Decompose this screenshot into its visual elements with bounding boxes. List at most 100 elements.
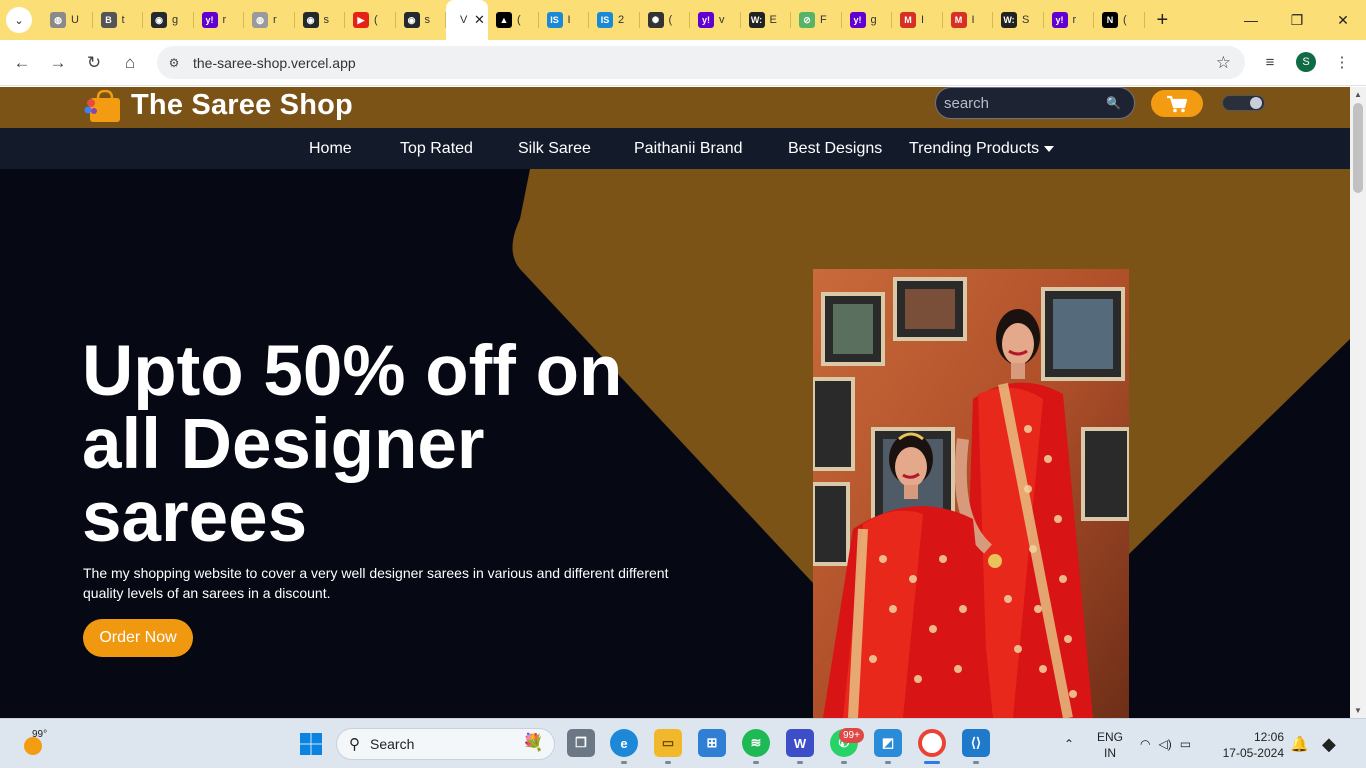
browser-tab[interactable]: y! v <box>690 0 741 40</box>
file-explorer-icon[interactable]: ▭ <box>654 729 682 757</box>
yahoo-icon: y! <box>1051 12 1068 28</box>
tab-title: g <box>172 14 179 26</box>
tab-title: r <box>222 14 227 26</box>
browser-menu-icon[interactable]: ⋮ <box>1328 46 1356 78</box>
taskbar-search[interactable]: ⚲ Search 💐 <box>336 728 555 760</box>
tab-title: g <box>870 14 877 26</box>
browser-tab[interactable]: y! r <box>1044 0 1095 40</box>
search-icon[interactable]: 🔍 <box>1106 96 1121 110</box>
vscode-icon[interactable]: ⟨⟩ <box>962 729 990 757</box>
url-text[interactable]: the-saree-shop.vercel.app <box>193 55 356 71</box>
tab-title: ( <box>668 14 673 26</box>
volume-icon[interactable]: ◁) <box>1158 737 1171 751</box>
tray-overflow-icon[interactable]: ⌃ <box>1064 719 1074 769</box>
address-bar[interactable]: ⚙ the-saree-shop.vercel.app ☆ <box>157 46 1245 79</box>
hero-saree-image <box>813 269 1129 718</box>
task-view-icon[interactable]: ❐ <box>567 729 595 757</box>
browser-tab[interactable]: MI <box>943 0 994 40</box>
browser-tab[interactable]: ⊘ F <box>791 0 842 40</box>
yahoo-icon: y! <box>698 12 714 28</box>
browser-tab[interactable]: y! g <box>842 0 893 40</box>
browser-tab[interactable]: ▲( <box>488 0 539 40</box>
browser-tab[interactable]: ◉ s <box>396 0 447 40</box>
nav-trending-products[interactable]: Trending Products <box>909 128 1055 169</box>
tab-title: s <box>424 14 431 26</box>
store-icon[interactable]: ⊞ <box>698 729 726 757</box>
browser-tab[interactable]: V ✕ <box>446 0 488 40</box>
home-icon[interactable]: ⌂ <box>112 45 148 81</box>
site-search[interactable]: 🔍 <box>935 87 1135 119</box>
search-input[interactable] <box>944 94 1104 112</box>
nav-top-rated[interactable]: Top Rated <box>400 128 473 169</box>
tab-title: v <box>719 14 725 26</box>
hero-description: The my shopping website to cover a very … <box>83 565 669 601</box>
next-icon: N <box>1102 12 1118 28</box>
nav-silk-saree[interactable]: Silk Saree <box>518 128 591 169</box>
nav-paithanii-brand[interactable]: Paithanii Brand <box>634 128 743 169</box>
minimize-icon[interactable]: — <box>1228 0 1274 40</box>
browser-tab[interactable]: ▶( <box>345 0 396 40</box>
browser-tab[interactable]: MI <box>892 0 943 40</box>
browser-tab[interactable]: ◍ r <box>244 0 295 40</box>
browser-tab[interactable]: ✺( <box>640 0 691 40</box>
bookmark-star-icon[interactable]: ☆ <box>1216 53 1231 73</box>
browser-tab[interactable]: Bt <box>93 0 144 40</box>
browser-tab-strip: ⌄ ◍ U Bt ◉ g y! r ◍ r ◉ s ▶(◉ s V ✕ ▲(IS I IS 2 ✺(y! v W: E ⊘ Fy… <box>0 0 1366 40</box>
tab-title: I <box>971 14 975 26</box>
close-window-icon[interactable]: ✕ <box>1320 0 1366 40</box>
restore-icon[interactable]: ❐ <box>1274 0 1320 40</box>
tab-title: r <box>273 14 277 26</box>
cart-button[interactable] <box>1151 90 1203 117</box>
back-icon[interactable]: ← <box>4 45 40 81</box>
w-app-running-indicator <box>797 761 803 764</box>
browser-tab[interactable]: ◉ s <box>295 0 346 40</box>
photos-icon[interactable]: ◩ <box>874 729 902 757</box>
forward-icon[interactable]: → <box>40 45 76 81</box>
edge-icon[interactable]: e <box>610 729 638 757</box>
tab-title: ( <box>517 14 521 26</box>
windows-start-icon[interactable] <box>300 733 322 755</box>
nav-best-designs[interactable]: Best Designs <box>788 128 882 169</box>
wifi-icon[interactable]: ◠ <box>1140 737 1150 751</box>
reload-icon[interactable]: ↻ <box>76 45 112 81</box>
search-highlight-icon: 💐 <box>522 733 544 752</box>
close-tab-icon[interactable]: ✕ <box>474 12 485 28</box>
language-line2: IN <box>1104 746 1116 760</box>
leaf-icon: ⊘ <box>799 12 815 28</box>
language-indicator[interactable]: ENG IN <box>1096 729 1124 761</box>
browser-tab[interactable]: IS I <box>539 0 590 40</box>
theme-toggle[interactable] <box>1222 95 1265 111</box>
chrome-icon[interactable] <box>918 729 946 757</box>
browser-tab[interactable]: ◉ g <box>143 0 194 40</box>
nav-home[interactable]: Home <box>309 128 352 169</box>
browser-tab[interactable]: y! r <box>194 0 245 40</box>
browser-tab[interactable]: W: E <box>741 0 792 40</box>
battery-icon[interactable]: ▭ <box>1180 737 1191 751</box>
nav-trending-label: Trending Products <box>909 140 1040 157</box>
site-info-icon[interactable]: ⚙ <box>161 50 187 76</box>
copilot-icon[interactable]: ◆ <box>1322 719 1336 769</box>
page-scrollbar[interactable]: ▲ ▼ <box>1350 87 1366 718</box>
globe-icon: ◍ <box>252 12 268 28</box>
scroll-down-icon[interactable]: ▼ <box>1354 706 1362 715</box>
profile-button[interactable]: S <box>1292 46 1320 78</box>
weather-widget[interactable]: 99° <box>22 729 56 759</box>
browser-tab[interactable]: IS 2 <box>589 0 640 40</box>
scrollbar-thumb[interactable] <box>1353 103 1363 193</box>
browser-tab[interactable]: W: S <box>993 0 1044 40</box>
w-app-icon[interactable]: W <box>786 729 814 757</box>
tab-title: I <box>921 14 925 26</box>
notification-bell-icon[interactable]: 🔔 <box>1290 719 1309 769</box>
browser-tab[interactable]: N( <box>1094 0 1145 40</box>
explorer-running-indicator <box>665 761 671 764</box>
tab-search-button[interactable]: ⌄ <box>6 7 32 33</box>
media-control-icon[interactable]: ≡ <box>1256 46 1284 78</box>
scroll-up-icon[interactable]: ▲ <box>1354 90 1362 99</box>
spotify-icon[interactable]: ≋ <box>742 729 770 757</box>
clock[interactable]: 12:06 17-05-2024 <box>1218 729 1284 761</box>
brand-logo[interactable]: The Saree Shop <box>84 89 353 122</box>
new-tab-button[interactable]: + <box>1157 9 1169 32</box>
tab-title: 2 <box>618 14 625 26</box>
browser-tab[interactable]: ◍ U <box>42 0 93 40</box>
order-now-button[interactable]: Order Now <box>83 619 193 657</box>
